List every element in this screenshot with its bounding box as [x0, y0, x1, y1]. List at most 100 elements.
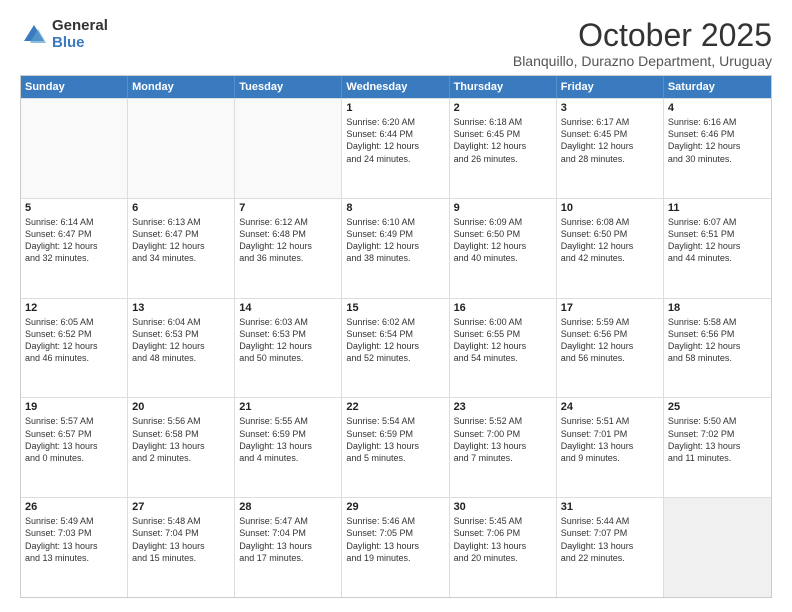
- day-number: 20: [132, 401, 230, 413]
- cal-cell-1-6: 11Sunrise: 6:07 AM Sunset: 6:51 PM Dayli…: [664, 199, 771, 298]
- cell-info: Sunrise: 5:59 AM Sunset: 6:56 PM Dayligh…: [561, 316, 659, 365]
- cal-cell-4-5: 31 Sunrise: 5:44 AM Sunset: 7:07 PM Dayli…: [557, 498, 664, 597]
- cell-info: Sunrise: 6:05 AM Sunset: 6:52 PM Dayligh…: [25, 316, 123, 365]
- cell-info: Sunrise: 5:55 AM Sunset: 6:59 PM Dayligh…: [239, 415, 337, 464]
- day-number: 25: [668, 401, 767, 413]
- cal-cell-0-0: [21, 99, 128, 198]
- calendar-header: SundayMondayTuesdayWednesdayThursdayFrid…: [21, 76, 771, 98]
- cal-cell-0-5: 3Sunrise: 6:17 AM Sunset: 6:45 PM Daylig…: [557, 99, 664, 198]
- cal-cell-4-3: 29Sunrise: 5:46 AM Sunset: 7:05 PM Dayli…: [342, 498, 449, 597]
- logo: General Blue: [20, 18, 108, 51]
- day-number: 24: [561, 401, 659, 413]
- calendar-row-1: 5 Sunrise: 6:14 AM Sunset: 6:47 PM Daylig…: [21, 198, 771, 298]
- day-number: 11: [668, 202, 767, 214]
- header-day-thursday: Thursday: [450, 76, 557, 98]
- cell-info: Sunrise: 6:12 AM Sunset: 6:48 PM Dayligh…: [239, 216, 337, 265]
- day-number: 17: [561, 302, 659, 314]
- cell-info: Sunrise: 5:54 AM Sunset: 6:59 PM Dayligh…: [346, 415, 444, 464]
- cal-cell-4-2: 28 Sunrise: 5:47 AM Sunset: 7:04 PM Dayli…: [235, 498, 342, 597]
- cal-cell-2-1: 13Sunrise: 6:04 AM Sunset: 6:53 PM Dayli…: [128, 299, 235, 398]
- day-number: 30: [454, 501, 552, 513]
- cell-info: Sunrise: 6:17 AM Sunset: 6:45 PM Dayligh…: [561, 116, 659, 165]
- cell-info: Sunrise: 6:02 AM Sunset: 6:54 PM Dayligh…: [346, 316, 444, 365]
- cal-cell-0-1: [128, 99, 235, 198]
- cell-info: Sunrise: 6:16 AM Sunset: 6:46 PM Dayligh…: [668, 116, 767, 165]
- cell-info: Sunrise: 5:49 AM Sunset: 7:03 PM Dayligh…: [25, 515, 123, 564]
- day-number: 22: [346, 401, 444, 413]
- day-number: 26: [25, 501, 123, 513]
- logo-general-text: General: [52, 18, 108, 35]
- header-day-saturday: Saturday: [664, 76, 771, 98]
- calendar-body: 1 Sunrise: 6:20 AM Sunset: 6:44 PM Daylig…: [21, 98, 771, 597]
- cell-info: Sunrise: 6:03 AM Sunset: 6:53 PM Dayligh…: [239, 316, 337, 365]
- cal-cell-3-2: 21Sunrise: 5:55 AM Sunset: 6:59 PM Dayli…: [235, 398, 342, 497]
- cell-info: Sunrise: 6:18 AM Sunset: 6:45 PM Dayligh…: [454, 116, 552, 165]
- location: Blanquillo, Durazno Department, Uruguay: [513, 53, 772, 69]
- cell-info: Sunrise: 5:57 AM Sunset: 6:57 PM Dayligh…: [25, 415, 123, 464]
- day-number: 4: [668, 102, 767, 114]
- day-number: 28: [239, 501, 337, 513]
- cell-info: Sunrise: 6:14 AM Sunset: 6:47 PM Dayligh…: [25, 216, 123, 265]
- cell-info: Sunrise: 5:58 AM Sunset: 6:56 PM Dayligh…: [668, 316, 767, 365]
- day-number: 2: [454, 102, 552, 114]
- cell-info: Sunrise: 6:08 AM Sunset: 6:50 PM Dayligh…: [561, 216, 659, 265]
- cell-info: Sunrise: 6:04 AM Sunset: 6:53 PM Dayligh…: [132, 316, 230, 365]
- day-number: 10: [561, 202, 659, 214]
- header-day-sunday: Sunday: [21, 76, 128, 98]
- calendar-row-4: 26 Sunrise: 5:49 AM Sunset: 7:03 PM Dayli…: [21, 497, 771, 597]
- cal-cell-1-1: 6Sunrise: 6:13 AM Sunset: 6:47 PM Daylig…: [128, 199, 235, 298]
- cell-info: Sunrise: 6:00 AM Sunset: 6:55 PM Dayligh…: [454, 316, 552, 365]
- calendar: SundayMondayTuesdayWednesdayThursdayFrid…: [20, 75, 772, 598]
- cell-info: Sunrise: 5:56 AM Sunset: 6:58 PM Dayligh…: [132, 415, 230, 464]
- cal-cell-2-3: 15 Sunrise: 6:02 AM Sunset: 6:54 PM Dayli…: [342, 299, 449, 398]
- cal-cell-2-6: 18 Sunrise: 5:58 AM Sunset: 6:56 PM Dayli…: [664, 299, 771, 398]
- cal-cell-3-3: 22 Sunrise: 5:54 AM Sunset: 6:59 PM Dayli…: [342, 398, 449, 497]
- cell-info: Sunrise: 5:46 AM Sunset: 7:05 PM Dayligh…: [346, 515, 444, 564]
- day-number: 23: [454, 401, 552, 413]
- day-number: 1: [346, 102, 444, 114]
- cal-cell-3-5: 24 Sunrise: 5:51 AM Sunset: 7:01 PM Dayli…: [557, 398, 664, 497]
- header-day-friday: Friday: [557, 76, 664, 98]
- cal-cell-0-4: 2 Sunrise: 6:18 AM Sunset: 6:45 PM Daylig…: [450, 99, 557, 198]
- calendar-row-0: 1 Sunrise: 6:20 AM Sunset: 6:44 PM Daylig…: [21, 98, 771, 198]
- cal-cell-1-4: 9 Sunrise: 6:09 AM Sunset: 6:50 PM Daylig…: [450, 199, 557, 298]
- day-number: 12: [25, 302, 123, 314]
- cell-info: Sunrise: 5:48 AM Sunset: 7:04 PM Dayligh…: [132, 515, 230, 564]
- day-number: 31: [561, 501, 659, 513]
- day-number: 19: [25, 401, 123, 413]
- cell-info: Sunrise: 5:47 AM Sunset: 7:04 PM Dayligh…: [239, 515, 337, 564]
- calendar-row-2: 12 Sunrise: 6:05 AM Sunset: 6:52 PM Dayli…: [21, 298, 771, 398]
- cal-cell-3-0: 19 Sunrise: 5:57 AM Sunset: 6:57 PM Dayli…: [21, 398, 128, 497]
- cal-cell-4-0: 26 Sunrise: 5:49 AM Sunset: 7:03 PM Dayli…: [21, 498, 128, 597]
- logo-blue-text: Blue: [52, 35, 108, 52]
- cal-cell-1-5: 10 Sunrise: 6:08 AM Sunset: 6:50 PM Dayli…: [557, 199, 664, 298]
- header-day-monday: Monday: [128, 76, 235, 98]
- cal-cell-4-4: 30 Sunrise: 5:45 AM Sunset: 7:06 PM Dayli…: [450, 498, 557, 597]
- cell-info: Sunrise: 6:20 AM Sunset: 6:44 PM Dayligh…: [346, 116, 444, 165]
- cal-cell-2-0: 12 Sunrise: 6:05 AM Sunset: 6:52 PM Dayli…: [21, 299, 128, 398]
- cell-info: Sunrise: 6:09 AM Sunset: 6:50 PM Dayligh…: [454, 216, 552, 265]
- cell-info: Sunrise: 5:50 AM Sunset: 7:02 PM Dayligh…: [668, 415, 767, 464]
- day-number: 15: [346, 302, 444, 314]
- day-number: 7: [239, 202, 337, 214]
- cal-cell-2-5: 17 Sunrise: 5:59 AM Sunset: 6:56 PM Dayli…: [557, 299, 664, 398]
- cal-cell-4-1: 27 Sunrise: 5:48 AM Sunset: 7:04 PM Dayli…: [128, 498, 235, 597]
- day-number: 5: [25, 202, 123, 214]
- day-number: 18: [668, 302, 767, 314]
- day-number: 27: [132, 501, 230, 513]
- day-number: 8: [346, 202, 444, 214]
- month-title: October 2025: [513, 18, 772, 53]
- cell-info: Sunrise: 5:45 AM Sunset: 7:06 PM Dayligh…: [454, 515, 552, 564]
- calendar-row-3: 19 Sunrise: 5:57 AM Sunset: 6:57 PM Dayli…: [21, 397, 771, 497]
- cal-cell-4-6: [664, 498, 771, 597]
- cell-info: Sunrise: 5:51 AM Sunset: 7:01 PM Dayligh…: [561, 415, 659, 464]
- cell-info: Sunrise: 5:44 AM Sunset: 7:07 PM Dayligh…: [561, 515, 659, 564]
- day-number: 9: [454, 202, 552, 214]
- cal-cell-0-6: 4 Sunrise: 6:16 AM Sunset: 6:46 PM Daylig…: [664, 99, 771, 198]
- day-number: 6: [132, 202, 230, 214]
- title-section: October 2025 Blanquillo, Durazno Departm…: [513, 18, 772, 69]
- cal-cell-1-0: 5 Sunrise: 6:14 AM Sunset: 6:47 PM Daylig…: [21, 199, 128, 298]
- cal-cell-1-2: 7 Sunrise: 6:12 AM Sunset: 6:48 PM Daylig…: [235, 199, 342, 298]
- cal-cell-0-2: [235, 99, 342, 198]
- cal-cell-3-1: 20 Sunrise: 5:56 AM Sunset: 6:58 PM Dayli…: [128, 398, 235, 497]
